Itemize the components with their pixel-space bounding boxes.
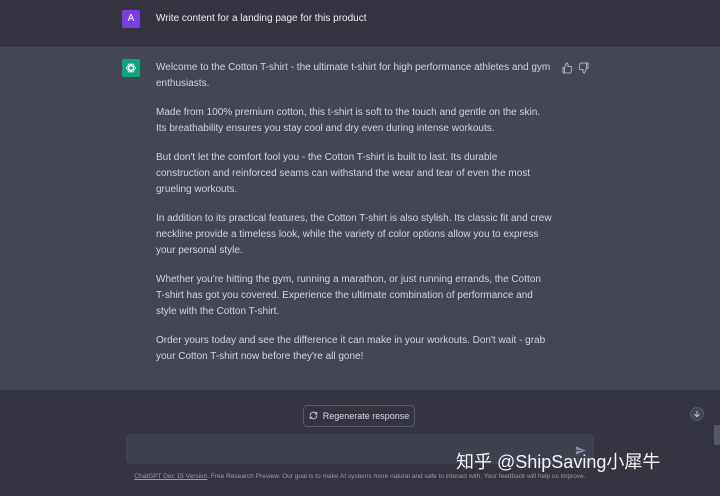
user-message-text: Write content for a landing page for thi…: [156, 13, 367, 24]
thumbs-up-icon[interactable]: [561, 61, 573, 74]
version-link[interactable]: ChatGPT Dec 15 Version: [134, 473, 207, 480]
arrow-down-icon[interactable]: [690, 407, 704, 421]
refresh-icon: [309, 411, 318, 422]
chat-window: A Write content for a landing page for t…: [0, 0, 720, 496]
openai-logo-icon: [122, 59, 140, 77]
answer-paragraph: Welcome to the Cotton T-shirt - the ulti…: [156, 62, 551, 89]
scrollbar[interactable]: [714, 425, 720, 445]
regenerate-response-button[interactable]: Regenerate response: [303, 405, 415, 427]
answer-paragraph: Made from 100% premium cotton, this t-sh…: [156, 107, 541, 134]
user-avatar: A: [122, 10, 140, 28]
answer-paragraph: But don't let the comfort fool you - the…: [156, 152, 531, 195]
user-message-row: A Write content for a landing page for t…: [0, 0, 720, 46]
assistant-message-row: Welcome to the Cotton T-shirt - the ulti…: [0, 46, 720, 390]
answer-paragraph: Order yours today and see the difference…: [156, 335, 546, 362]
regenerate-label: Regenerate response: [322, 411, 410, 421]
answer-paragraph: Whether you're hitting the gym, running …: [156, 274, 541, 317]
composer-area: Regenerate response ChatGPT Dec 15 Versi…: [0, 390, 720, 496]
answer-paragraph: In addition to its practical features, t…: [156, 213, 552, 256]
assistant-message-text: Welcome to the Cotton T-shirt - the ulti…: [156, 60, 552, 378]
watermark-text: 知乎 @ShipSaving小犀牛: [456, 452, 661, 472]
thumbs-down-icon[interactable]: [578, 61, 590, 74]
